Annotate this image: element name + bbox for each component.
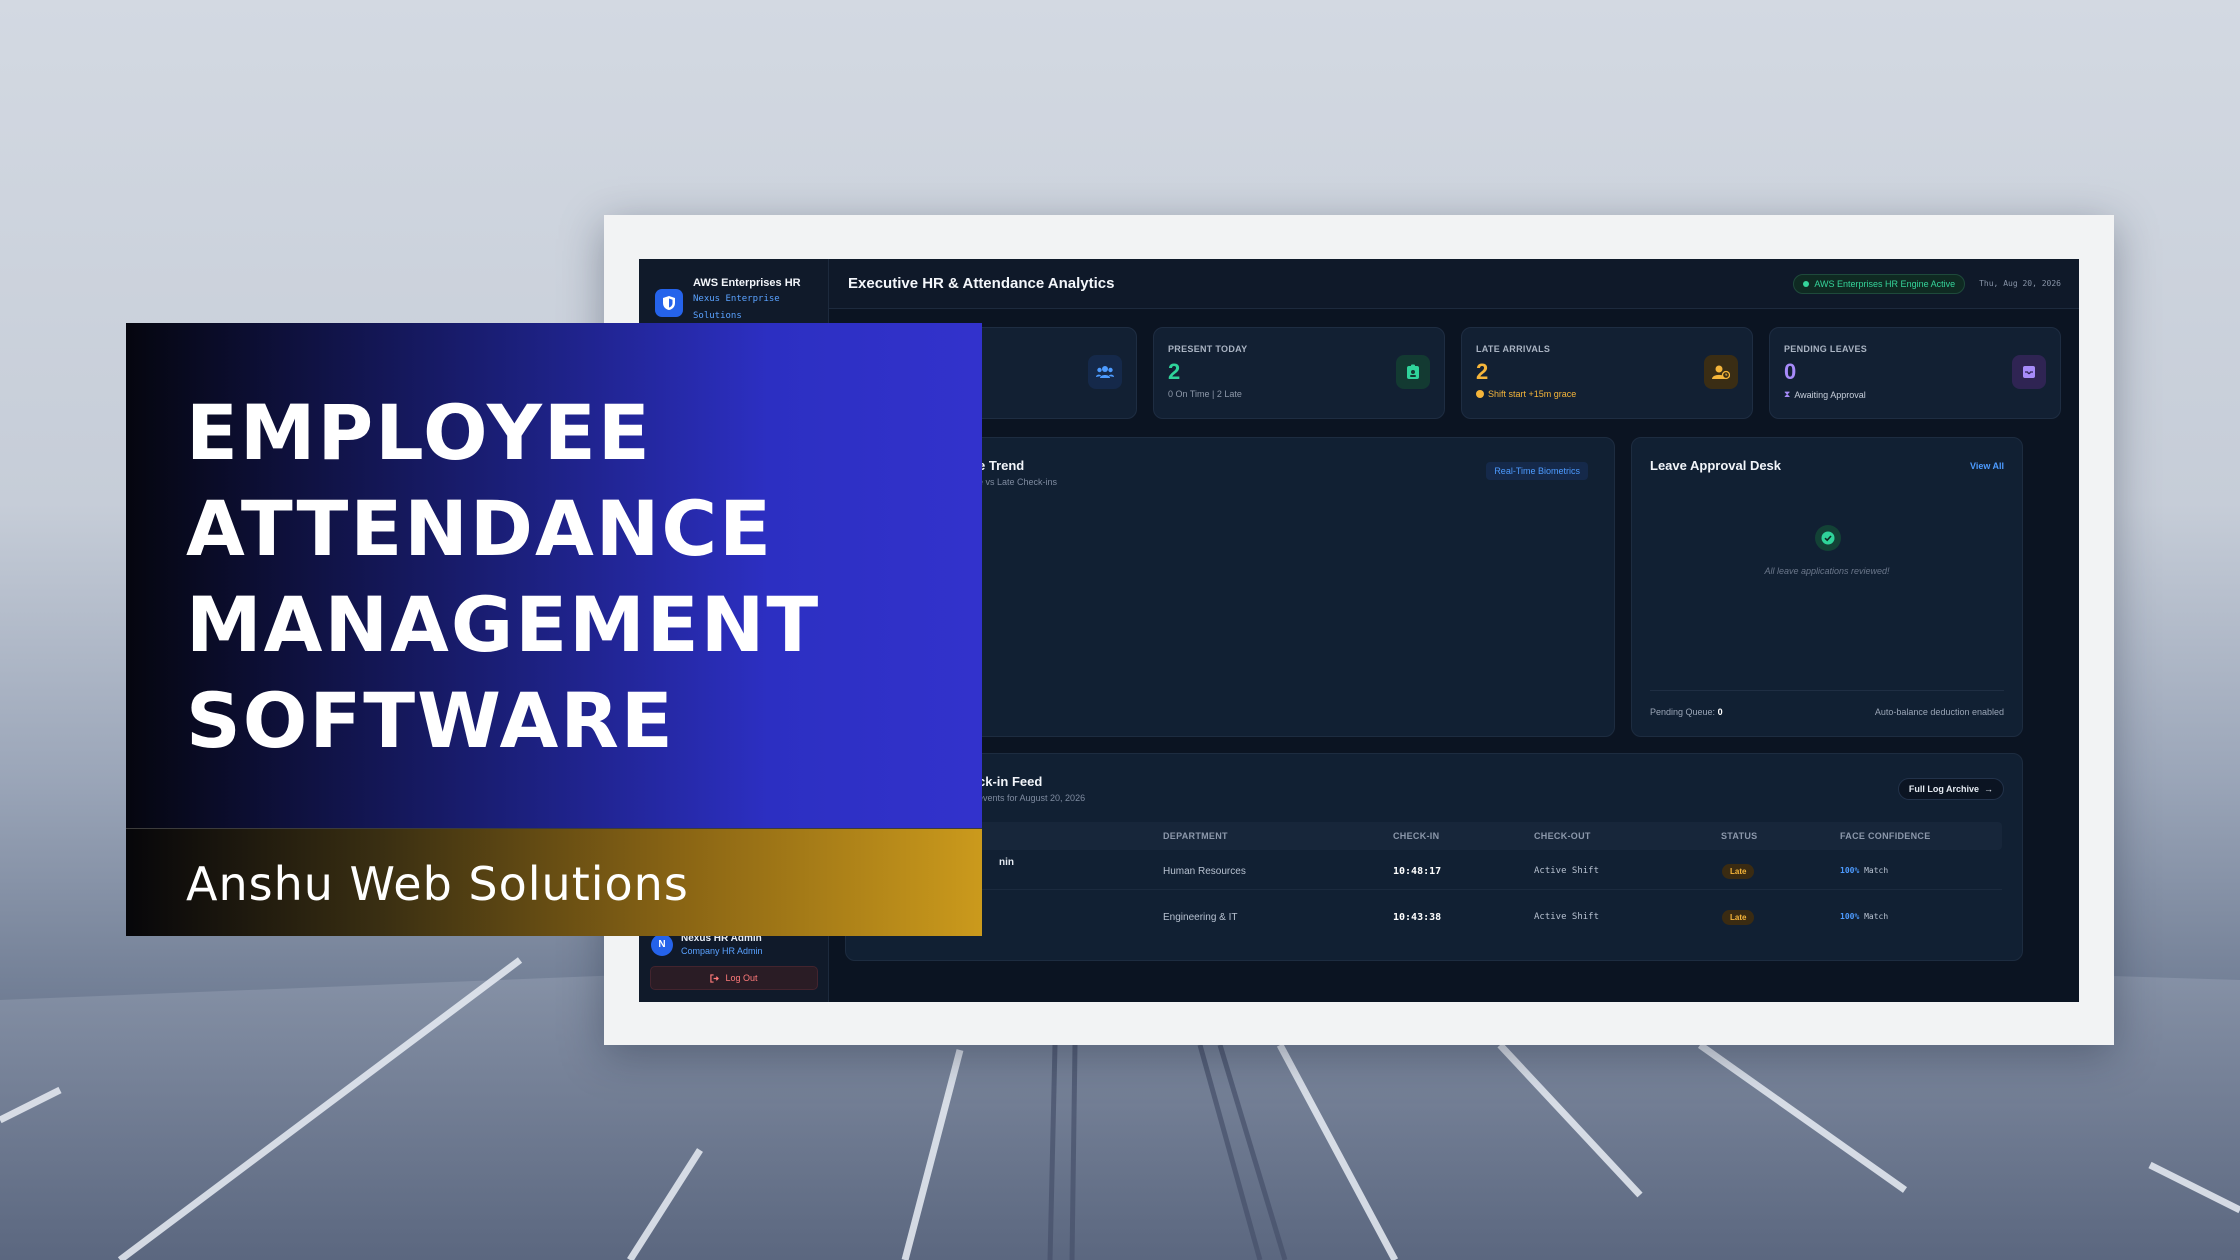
id-badge-icon bbox=[1396, 355, 1430, 389]
stat-sub-text: 0 On Time | 2 Late bbox=[1168, 389, 1242, 399]
realtime-biometrics-chip[interactable]: Real-Time Biometrics bbox=[1486, 462, 1588, 480]
current-date: Thu, Aug 20, 2026 bbox=[1979, 279, 2061, 288]
stat-sub: 0 On Time | 2 Late bbox=[1168, 389, 1430, 399]
users-icon bbox=[1088, 355, 1122, 389]
confidence-value: 100% bbox=[1840, 912, 1860, 921]
brand-title: AWS Enterprises HR bbox=[693, 277, 801, 289]
full-log-archive-button[interactable]: Full Log Archive → bbox=[1897, 778, 2004, 800]
stat-card-pending-leaves[interactable]: PENDING LEAVES 0 ⧗ Awaiting Approval bbox=[1769, 327, 2061, 419]
confidence-value: 100% bbox=[1840, 866, 1860, 875]
page-title: Executive HR & Attendance Analytics bbox=[848, 275, 1115, 292]
headline-line-4: SOFTWARE bbox=[186, 676, 675, 765]
auto-balance-note: Auto-balance deduction enabled bbox=[1874, 707, 2004, 717]
headline-line-2: ATTENDANCE bbox=[186, 484, 774, 573]
stat-card-present[interactable]: PRESENT TODAY 2 0 On Time | 2 Late bbox=[1153, 327, 1445, 419]
confidence-label: Match bbox=[1864, 912, 1889, 921]
logout-label: Log Out bbox=[725, 973, 758, 983]
feed-panel-title: ck-in Feed bbox=[978, 774, 1043, 789]
row-check-out: Active Shift bbox=[1534, 866, 1600, 876]
shield-icon bbox=[655, 289, 683, 317]
stat-value: 0 bbox=[1784, 359, 1797, 384]
hourglass-icon: ⧗ bbox=[1784, 389, 1791, 399]
status-dot-icon bbox=[1803, 280, 1810, 287]
col-check-in: CHECK-IN bbox=[1393, 831, 1440, 841]
row-department: Human Resources bbox=[1163, 866, 1246, 877]
row-check-in: 10:43:38 bbox=[1393, 912, 1442, 923]
check-circle-icon bbox=[1815, 525, 1841, 551]
pending-queue-label: Pending Queue: bbox=[1650, 707, 1716, 717]
headline: EMPLOYEE ATTENDANCE MANAGEMENT SOFTWARE bbox=[186, 385, 820, 769]
feed-table-header: DEPARTMENT CHECK-IN CHECK-OUT STATUS FAC… bbox=[866, 822, 2002, 850]
col-status: STATUS bbox=[1721, 831, 1758, 841]
table-row[interactable]: Engineering & IT 10:43:38 Active Shift L… bbox=[866, 900, 2002, 936]
leave-panel-title: Leave Approval Desk bbox=[1650, 458, 1782, 473]
stat-label: PRESENT TODAY bbox=[1168, 344, 1248, 354]
user-clock-icon bbox=[1704, 355, 1738, 389]
archive-button-label: Full Log Archive bbox=[1908, 784, 1979, 794]
engine-status-badge: AWS Enterprises HR Engine Active bbox=[1793, 273, 1966, 294]
arrow-right-icon: → bbox=[1984, 784, 1993, 794]
stat-label: PENDING LEAVES bbox=[1784, 344, 1868, 354]
stat-sub: Shift start +15m grace bbox=[1476, 389, 1738, 399]
status-badge: Late bbox=[1722, 910, 1755, 925]
stat-value: 2 bbox=[1476, 359, 1489, 384]
checkin-feed-panel: ck-in Feed events for August 20, 2026 Fu… bbox=[845, 753, 2023, 961]
pending-queue: Pending Queue: 0 bbox=[1650, 707, 1723, 717]
table-row[interactable]: nin Human Resources 10:48:17 Active Shif… bbox=[866, 854, 2002, 890]
row-department: Engineering & IT bbox=[1163, 912, 1238, 923]
row-confidence: 100% Match bbox=[1840, 912, 1888, 921]
row-check-in: 10:48:17 bbox=[1393, 866, 1442, 877]
headline-line-1: EMPLOYEE bbox=[186, 388, 652, 477]
stat-card-late[interactable]: LATE ARRIVALS 2 Shift start +15m grace bbox=[1461, 327, 1753, 419]
headline-line-3: MANAGEMENT bbox=[186, 580, 821, 669]
brand-bar: Anshu Web Solutions bbox=[126, 828, 982, 936]
status-badge: Late bbox=[1722, 864, 1755, 879]
pending-queue-value: 0 bbox=[1717, 707, 1723, 717]
feed-panel-subtitle: events for August 20, 2026 bbox=[978, 793, 1086, 803]
logout-button[interactable]: Log Out bbox=[650, 966, 818, 990]
title-card: EMPLOYEE ATTENDANCE MANAGEMENT SOFTWARE bbox=[126, 323, 982, 828]
stat-sub-text: Shift start +15m grace bbox=[1488, 389, 1577, 399]
row-confidence: 100% Match bbox=[1840, 866, 1888, 875]
trend-panel-title: e Trend bbox=[978, 458, 1025, 473]
stat-sub-text: Awaiting Approval bbox=[1794, 389, 1866, 400]
trend-panel-subtitle: e vs Late Check-ins bbox=[978, 477, 1058, 487]
confidence-label: Match bbox=[1864, 866, 1889, 875]
stat-value: 2 bbox=[1168, 359, 1181, 384]
brand-subtitle-1: Nexus Enterprise bbox=[693, 294, 780, 304]
row-check-out: Active Shift bbox=[1534, 912, 1600, 922]
col-check-out: CHECK-OUT bbox=[1534, 831, 1591, 841]
col-face-confidence: FACE CONFIDENCE bbox=[1840, 831, 1931, 841]
brand-block: AWS Enterprises HR Nexus Enterprise Solu… bbox=[639, 259, 828, 325]
col-department: DEPARTMENT bbox=[1163, 831, 1228, 841]
user-profile[interactable]: N Nexus HR Admin Company HR Admin bbox=[651, 933, 763, 956]
avatar: N bbox=[651, 933, 673, 956]
user-role: Company HR Admin bbox=[681, 946, 763, 956]
main-content: Executive HR & Attendance Analytics AWS … bbox=[829, 259, 2079, 1002]
stat-label: LATE ARRIVALS bbox=[1476, 344, 1551, 354]
topbar: Executive HR & Attendance Analytics AWS … bbox=[829, 259, 2079, 309]
leave-approval-panel: Leave Approval Desk View All All leave a… bbox=[1631, 437, 2023, 737]
view-all-link[interactable]: View All bbox=[1970, 461, 2004, 471]
clock-icon bbox=[1476, 390, 1484, 398]
row-employee-name: nin bbox=[999, 857, 1014, 868]
logout-icon bbox=[710, 973, 720, 983]
inbox-icon bbox=[2012, 355, 2046, 389]
leave-empty-text: All leave applications reviewed! bbox=[1764, 566, 1890, 576]
stat-sub: ⧗ Awaiting Approval bbox=[1784, 389, 2046, 400]
company-brand-name: Anshu Web Solutions bbox=[186, 857, 689, 911]
leave-divider bbox=[1650, 690, 2004, 691]
engine-status-text: AWS Enterprises HR Engine Active bbox=[1814, 278, 1956, 289]
